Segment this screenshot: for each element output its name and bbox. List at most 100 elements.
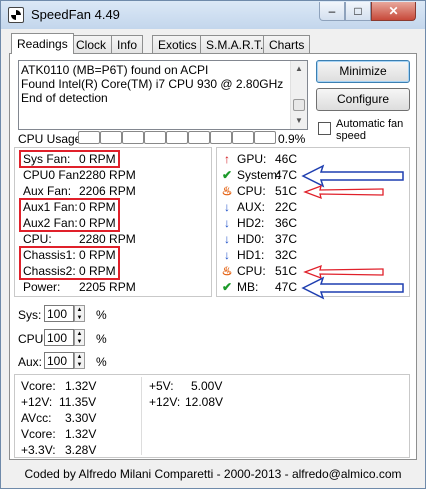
- fan-value: 2206 RPM: [79, 184, 136, 198]
- temp-label: HD0:: [237, 232, 265, 246]
- automatic-fan-speed-checkbox[interactable]: [318, 122, 331, 135]
- flame-icon: ♨: [221, 184, 233, 198]
- spin-arrows-icon[interactable]: ▲ ▼: [74, 329, 85, 346]
- temp-value: 37C: [275, 232, 298, 246]
- spin-arrows-icon[interactable]: ▲ ▼: [74, 352, 85, 369]
- fan-label: Power:: [23, 280, 61, 294]
- cpu-usage-cell: [254, 131, 276, 144]
- cpu-speed-input[interactable]: 100: [44, 329, 74, 346]
- detection-log[interactable]: ATK0110 (MB=P6T) found on ACPI Found Int…: [18, 60, 308, 130]
- temp-value: 32C: [275, 248, 298, 262]
- speed-unit: %: [96, 355, 107, 369]
- cpu-usage-value: 0.9%: [278, 132, 306, 146]
- voltage-label: +12V:: [149, 395, 181, 409]
- temp-value: 51C: [275, 264, 298, 278]
- fan-value: 2205 RPM: [79, 280, 136, 294]
- cpu-usage-cell: [78, 131, 100, 144]
- fan-readings-box: Sys Fan: 0 RPM CPU0 Fan: 2280 RPM Aux Fan:…: [14, 147, 212, 297]
- speed-unit: %: [96, 332, 107, 346]
- scroll-down-icon[interactable]: ▼: [291, 113, 307, 129]
- tab-readings[interactable]: Readings: [11, 33, 74, 54]
- voltage-value: 3.28V: [65, 443, 97, 457]
- tab-exotics[interactable]: Exotics: [152, 35, 203, 54]
- cpu-usage-cell: [100, 131, 122, 144]
- arrow-down-icon: ↓: [224, 216, 230, 230]
- temp-value: 47C: [275, 168, 298, 182]
- log-line: End of detection: [21, 91, 108, 105]
- temp-value: 36C: [275, 216, 298, 230]
- arrow-down-icon: ↓: [224, 248, 230, 262]
- tab-smart[interactable]: S.M.A.R.T.: [200, 35, 270, 54]
- tab-clock[interactable]: Clock: [70, 35, 113, 54]
- fan-value: 2280 RPM: [79, 168, 136, 182]
- speedfan-window: SpeedFan 4.49 – □ ✕ Readings Clock Info …: [0, 0, 426, 489]
- log-scrollbar[interactable]: ▲ ▼: [290, 61, 307, 129]
- annotation-arrows: [301, 164, 404, 300]
- temp-value: 51C: [275, 184, 298, 198]
- minimize-window-button[interactable]: –: [319, 2, 345, 21]
- title-bar[interactable]: SpeedFan 4.49 – □ ✕: [1, 1, 425, 29]
- temp-label: MB:: [237, 280, 259, 294]
- cpu-usage-cell: [122, 131, 144, 144]
- minimize-button[interactable]: Minimize: [316, 60, 410, 83]
- cpu-usage-cell: [210, 131, 232, 144]
- sys-speed-input[interactable]: 100: [44, 305, 74, 322]
- aux-speed-input[interactable]: 100: [44, 352, 74, 369]
- temp-label: CPU:: [237, 184, 266, 198]
- close-window-button[interactable]: ✕: [371, 2, 416, 21]
- arrow-up-icon: ↑: [224, 152, 230, 166]
- cpu-usage-cell: [188, 131, 210, 144]
- speed-row-cpu: CPU: 100 ▲ ▼ %: [18, 329, 118, 347]
- flame-icon: ♨: [221, 264, 233, 278]
- speed-row-aux: Aux: 100 ▲ ▼ %: [18, 352, 118, 370]
- speed-value: 100: [47, 354, 68, 368]
- credits-footer: Coded by Alfredo Milani Comparetti - 200…: [24, 467, 402, 481]
- scroll-thumb[interactable]: [293, 99, 305, 111]
- cpu-usage-label: CPU Usage: [18, 132, 82, 146]
- cpu-usage-cell: [144, 131, 166, 144]
- temp-label: CPU:: [237, 264, 266, 278]
- temp-value: 47C: [275, 280, 298, 294]
- annotation-red-box: [19, 150, 120, 168]
- voltage-label: Vcore:: [21, 427, 56, 441]
- cpu-usage-cell: [232, 131, 254, 144]
- temp-label: HD2:: [237, 216, 265, 230]
- tab-charts[interactable]: Charts: [263, 35, 311, 54]
- automatic-fan-speed-label: Automatic fan speed: [336, 118, 404, 142]
- scroll-up-icon[interactable]: ▲: [291, 61, 307, 77]
- maximize-window-button[interactable]: □: [345, 2, 371, 21]
- log-line: ATK0110 (MB=P6T) found on ACPI: [21, 63, 209, 77]
- temp-value: 46C: [275, 152, 298, 166]
- speed-unit: %: [96, 308, 107, 322]
- fan-label: Aux Fan:: [23, 184, 72, 198]
- speed-label: Sys:: [18, 308, 42, 322]
- configure-button[interactable]: Configure: [316, 88, 410, 111]
- temp-label: System:: [237, 168, 281, 182]
- spin-arrows-icon[interactable]: ▲ ▼: [74, 305, 85, 322]
- voltage-value: 12.08V: [185, 395, 224, 409]
- fan-value: 2280 RPM: [79, 232, 136, 246]
- fan-label: CPU:: [23, 232, 52, 246]
- annotation-red-box: [19, 198, 120, 232]
- temp-value: 22C: [275, 200, 298, 214]
- speed-value: 100: [47, 307, 68, 321]
- readings-panel: ATK0110 (MB=P6T) found on ACPI Found Int…: [9, 53, 417, 460]
- temp-label: HD1:: [237, 248, 265, 262]
- red-arrow-icon: [303, 264, 384, 280]
- voltage-label: AVcc:: [21, 411, 52, 425]
- cpu-usage-cell: [166, 131, 188, 144]
- speed-row-sys: Sys: 100 ▲ ▼ %: [18, 305, 118, 323]
- voltage-value: 5.00V: [191, 379, 223, 393]
- log-line: Found Intel(R) Core(TM) i7 CPU 930 @ 2.8…: [21, 77, 284, 91]
- voltage-label: Vcore:: [21, 379, 56, 393]
- tab-info[interactable]: Info: [111, 35, 144, 54]
- fan-label: CPU0 Fan:: [23, 168, 83, 182]
- checkmark-icon: ✔: [221, 280, 233, 294]
- temperature-readings-box: ↑ GPU: 46C ✔ System: 47C ♨ CPU: 51C ↓ AUX: 22C ↓…: [216, 147, 410, 300]
- speed-label: CPU:: [18, 332, 47, 346]
- voltage-label: +5V:: [149, 379, 174, 393]
- voltage-value: 3.30V: [65, 411, 97, 425]
- checkmark-icon: ✔: [221, 168, 233, 182]
- blue-arrow-icon: [301, 164, 404, 188]
- speed-value: 100: [47, 331, 68, 345]
